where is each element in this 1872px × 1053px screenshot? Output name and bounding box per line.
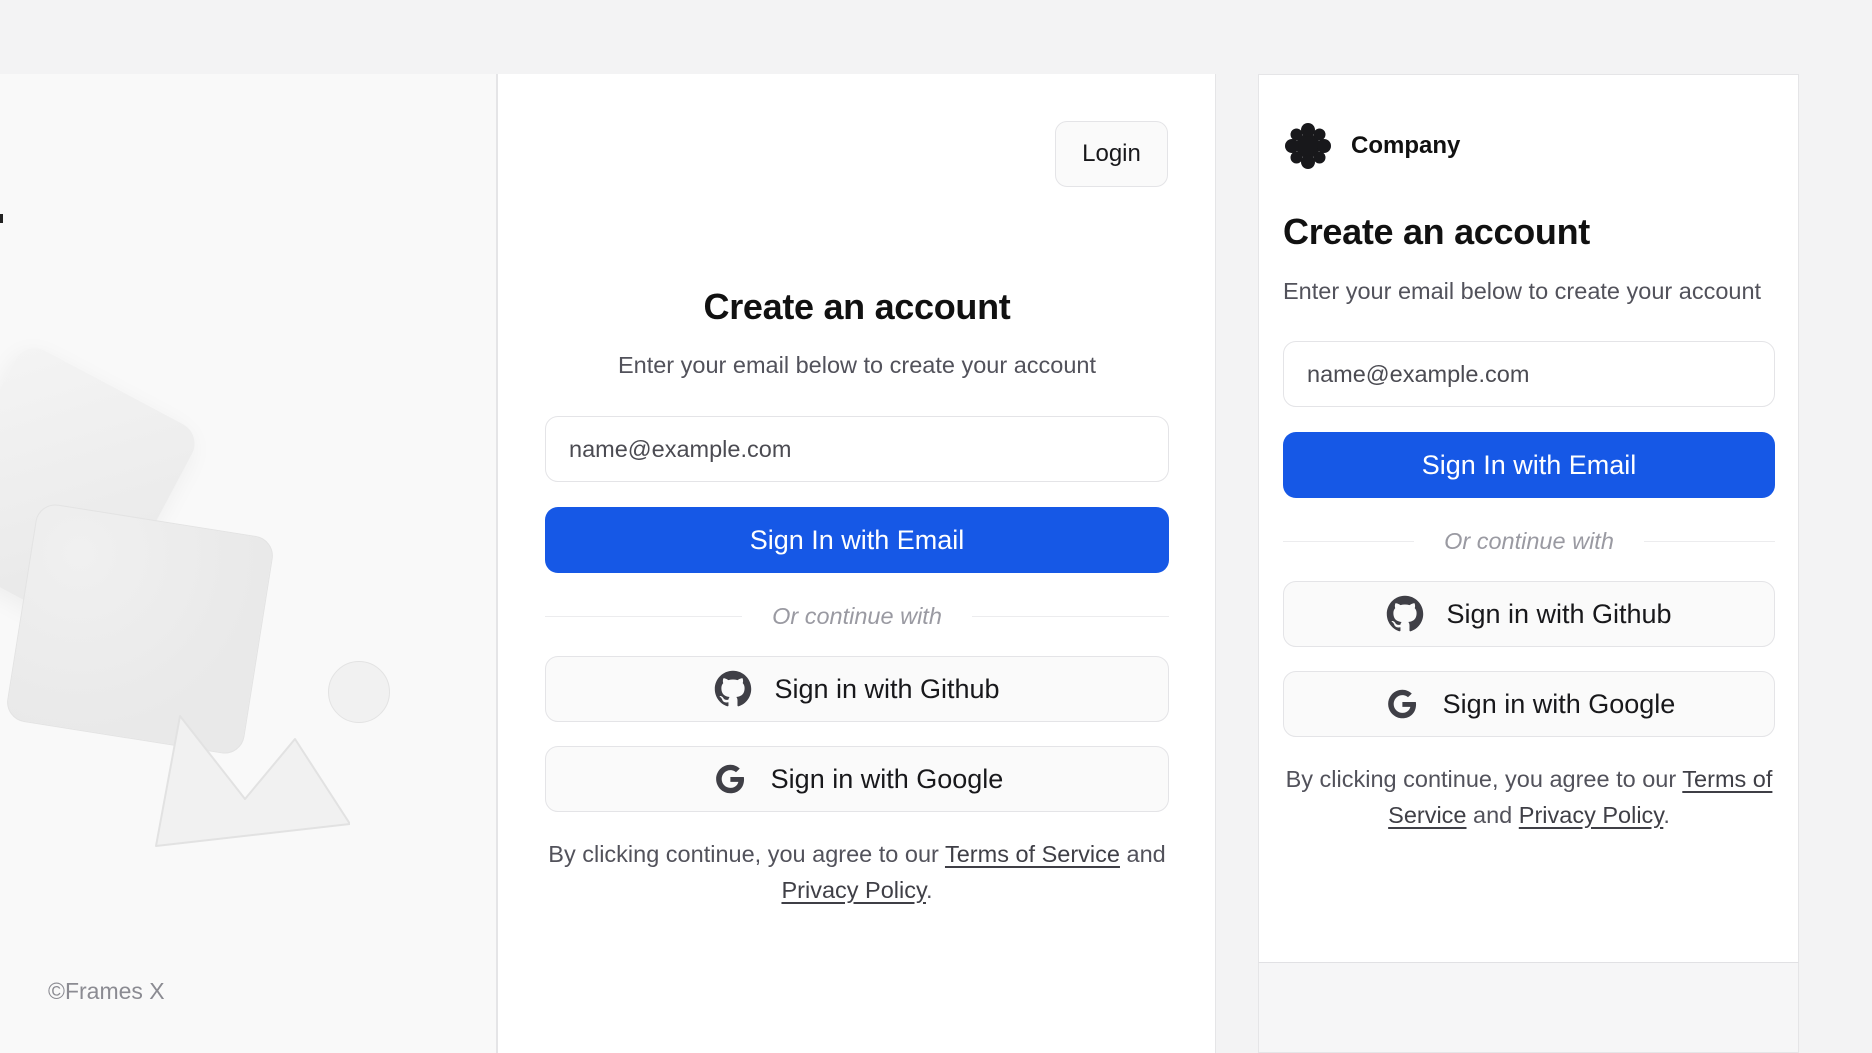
google-sign-in-button[interactable]: Sign in with Google (1283, 671, 1775, 738)
divider-line (1643, 541, 1775, 543)
divider-text: Or continue with (772, 603, 942, 630)
brand: Company (1283, 121, 1775, 171)
legal-prefix: By clicking continue, you agree to our (548, 841, 939, 868)
signup-card-compact: Company Create an account Enter your ema… (1258, 74, 1799, 962)
divider-line (1283, 541, 1415, 543)
legal-notice: By clicking continue, you agree to our T… (1283, 762, 1775, 833)
google-sign-in-button[interactable]: Sign in with Google (545, 746, 1169, 813)
google-button-label: Sign in with Google (1442, 688, 1676, 719)
signup-form: Create an account Enter your email below… (545, 286, 1169, 908)
legal-suffix: . (1663, 801, 1670, 828)
privacy-policy-link[interactable]: Privacy Policy (1519, 802, 1664, 828)
decorative-triangles (155, 715, 350, 847)
illustration-panel: ©Frames X (0, 74, 497, 1053)
legal-prefix: By clicking continue, you agree to our (1285, 766, 1677, 793)
legal-suffix: . (925, 876, 933, 903)
page-title: Create an account (703, 286, 1011, 327)
terms-of-service-link[interactable]: Terms of Service (945, 841, 1120, 867)
page-title: Create an account (1283, 211, 1590, 252)
email-input[interactable] (1283, 341, 1775, 408)
divider: Or continue with (545, 603, 1169, 630)
login-button[interactable]: Login (1055, 121, 1168, 187)
cropped-text-fragment (0, 214, 3, 223)
divider-text: Or continue with (1444, 528, 1614, 555)
divider-line (545, 616, 743, 618)
github-button-label: Sign in with Github (774, 673, 1000, 704)
page-subtitle: Enter your email below to create your ac… (617, 352, 1097, 378)
decorative-circle (328, 661, 390, 723)
legal-and: and (1126, 841, 1166, 868)
legal-and: and (1473, 801, 1513, 828)
page-subtitle: Enter your email below to create your ac… (1283, 278, 1762, 304)
copyright-text: ©Frames X (48, 978, 165, 1004)
sign-in-email-button[interactable]: Sign In with Email (1283, 432, 1775, 499)
github-icon (715, 671, 752, 707)
divider-line (971, 616, 1169, 618)
email-input[interactable] (545, 416, 1169, 483)
github-sign-in-button[interactable]: Sign in with Github (1283, 581, 1775, 648)
github-button-label: Sign in with Github (1446, 598, 1672, 629)
divider: Or continue with (1283, 528, 1775, 555)
brand-name: Company (1351, 132, 1461, 159)
sign-in-email-button[interactable]: Sign In with Email (545, 507, 1169, 574)
google-icon (1387, 690, 1416, 719)
legal-notice: By clicking continue, you agree to our T… (545, 837, 1169, 908)
github-icon (1387, 596, 1424, 632)
google-icon (715, 765, 744, 794)
card-footer-area (1258, 962, 1799, 1053)
privacy-policy-link[interactable]: Privacy Policy (781, 877, 926, 903)
github-sign-in-button[interactable]: Sign in with Github (545, 656, 1169, 723)
company-logo-icon (1285, 123, 1331, 169)
signup-form-compact: Company Create an account Enter your ema… (1283, 121, 1775, 833)
signup-card-centered: Login Create an account Enter your email… (497, 74, 1216, 1053)
google-button-label: Sign in with Google (770, 763, 1004, 794)
